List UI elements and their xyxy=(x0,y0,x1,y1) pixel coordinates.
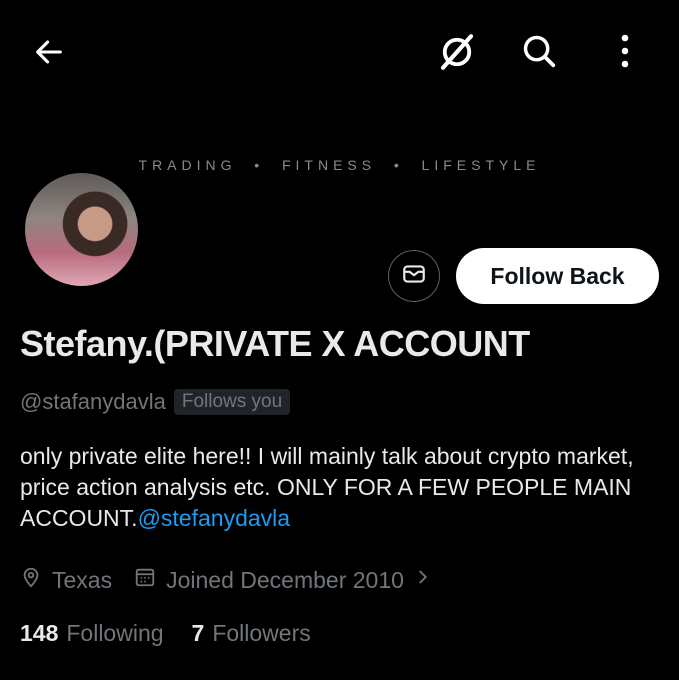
bio: only private elite here!! I will mainly … xyxy=(20,441,660,534)
handle: @stafanydavla xyxy=(20,389,166,414)
chevron-right-icon xyxy=(414,566,432,594)
followers-link[interactable]: 7 Followers xyxy=(192,620,311,647)
following-label: Following xyxy=(66,620,164,646)
follow-stats: 148 Following 7 Followers xyxy=(20,620,339,647)
more-vertical-icon[interactable] xyxy=(610,30,640,72)
handle-row: @stafanydavla Follows you xyxy=(20,389,291,415)
location-text: Texas xyxy=(52,566,113,593)
following-link[interactable]: 148 Following xyxy=(20,620,164,647)
following-count: 148 xyxy=(20,620,59,646)
joined-date[interactable]: Joined December 2010 xyxy=(134,566,432,594)
mail-icon xyxy=(401,261,427,292)
followers-count: 7 xyxy=(191,620,205,646)
avatar[interactable] xyxy=(22,170,141,289)
calendar-icon xyxy=(134,566,156,594)
grok-icon[interactable] xyxy=(435,30,479,74)
follow-back-button[interactable]: Follow Back xyxy=(456,248,659,304)
message-button[interactable] xyxy=(388,250,440,302)
bio-text: only private elite here!! I will mainly … xyxy=(20,443,634,531)
follows-you-badge: Follows you xyxy=(173,389,291,415)
display-name: Stefany.(PRIVATE X ACCOUNT xyxy=(20,323,530,364)
back-arrow-icon[interactable] xyxy=(30,33,68,71)
bio-mention-link[interactable]: @stefanydavla xyxy=(138,505,291,531)
location-pin-icon xyxy=(20,566,42,594)
location: Texas xyxy=(20,566,112,594)
profile-meta: Texas Joined December 2010 xyxy=(20,566,454,594)
top-bar xyxy=(0,0,679,105)
search-icon[interactable] xyxy=(518,30,560,72)
followers-label: Followers xyxy=(212,620,311,646)
joined-text: Joined December 2010 xyxy=(166,566,404,593)
banner-tagline: TRADING • FITNESS • LIFESTYLE xyxy=(138,157,541,173)
